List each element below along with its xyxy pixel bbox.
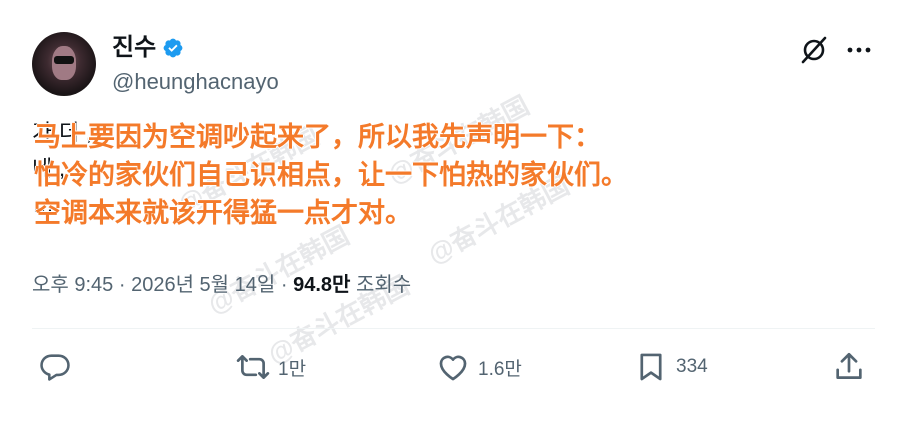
retweet-button[interactable]: 1만 bbox=[236, 350, 306, 384]
share-button[interactable] bbox=[832, 350, 866, 384]
bookmark-count: 334 bbox=[676, 356, 708, 377]
retweet-count: 1만 bbox=[278, 358, 307, 380]
views-count: 94.8만 bbox=[293, 274, 351, 296]
like-icon bbox=[439, 355, 467, 381]
author-display-name[interactable]: 진수 bbox=[112, 34, 156, 62]
views-label: 조회수 bbox=[355, 274, 412, 296]
overlay-line: 马上要因为空调吵起来了，所以我先声明一下： bbox=[34, 122, 601, 152]
translation-overlay: 马上要因为空调吵起来了，所以我先声明一下： 怕冷的家伙们自己识相点，让一下怕热的… bbox=[34, 118, 628, 232]
tweet-time[interactable]: 오후 9:45 bbox=[32, 274, 113, 296]
action-bar: 1만 1.6만 334 bbox=[0, 350, 903, 394]
reply-button[interactable] bbox=[38, 350, 80, 384]
overlay-line: 空调本来就该开得猛一点才对。 bbox=[34, 198, 412, 228]
like-button[interactable]: 1.6만 bbox=[436, 350, 522, 384]
more-icon[interactable] bbox=[844, 36, 874, 64]
reply-icon bbox=[40, 354, 70, 381]
avatar-visor bbox=[54, 56, 74, 64]
divider bbox=[32, 328, 875, 329]
overlay-line: 怕冷的家伙们自己识相点，让一下怕热的家伙们。 bbox=[34, 160, 628, 190]
grok-icon[interactable] bbox=[798, 34, 830, 66]
like-count: 1.6만 bbox=[478, 358, 522, 380]
author-handle[interactable]: @heunghacnayo bbox=[112, 68, 279, 96]
bookmark-button[interactable]: 334 bbox=[634, 350, 708, 384]
meta-separator: · bbox=[280, 274, 288, 296]
bookmark-icon bbox=[640, 353, 662, 381]
share-icon bbox=[836, 352, 862, 379]
verified-badge-icon bbox=[163, 38, 183, 58]
tweet-meta: 오후 9:45 · 2026년 5월 14일 · 94.8만 조회수 bbox=[32, 270, 411, 300]
tweet-date[interactable]: 2026년 5월 14일 bbox=[131, 274, 275, 296]
author-name-row: 진수 bbox=[112, 34, 184, 62]
retweet-icon bbox=[236, 355, 270, 379]
avatar[interactable] bbox=[32, 32, 96, 96]
meta-separator: · bbox=[118, 274, 126, 296]
